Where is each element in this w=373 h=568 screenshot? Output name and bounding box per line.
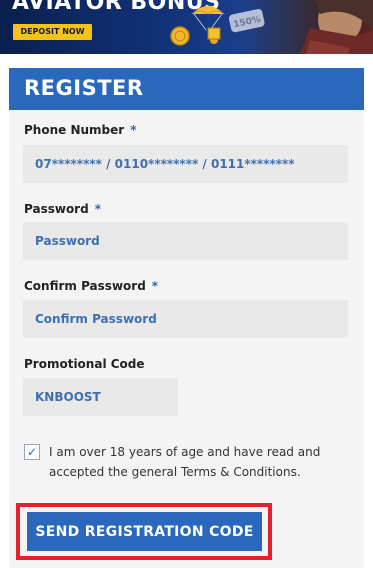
promo-banner[interactable]: AVIATOR BONUS DEPOSIT NOW 150% [0,0,373,54]
register-panel: REGISTER Phone Number * Password * Confirm… [9,68,364,568]
phone-number-input[interactable] [23,145,348,183]
bonus-badge: 150% [228,9,265,33]
phone-label-text: Phone Number [24,123,125,137]
gift-icon [207,27,221,40]
pilot-figure [300,0,373,54]
password-input[interactable] [23,222,348,260]
terms-text: I am over 18 years of age and have read … [49,445,321,479]
coin-icon [170,26,190,46]
phone-label: Phone Number * [24,123,136,137]
parachute-icon [191,6,225,31]
terms-checkbox[interactable]: ✓ [24,444,40,460]
promo-code-label-text: Promotional Code [24,357,145,371]
panel-header: REGISTER [9,68,364,110]
checkmark-icon: ✓ [27,445,38,459]
send-registration-code-button[interactable]: SEND REGISTRATION CODE [27,512,262,551]
password-label: Password * [24,202,101,216]
promo-code-label: Promotional Code [24,357,145,371]
confirm-password-input[interactable] [23,300,348,338]
confirm-password-label: Confirm Password * [24,279,158,293]
confirm-password-label-text: Confirm Password [24,279,146,293]
required-marker: * [94,202,101,216]
password-label-text: Password [24,202,89,216]
promo-code-input[interactable] [23,378,178,416]
deposit-now-button[interactable]: DEPOSIT NOW [13,24,92,40]
required-marker: * [130,123,137,137]
banner-artwork: 150% [170,0,373,54]
panel-title: REGISTER [24,76,144,100]
required-marker: * [151,279,159,293]
